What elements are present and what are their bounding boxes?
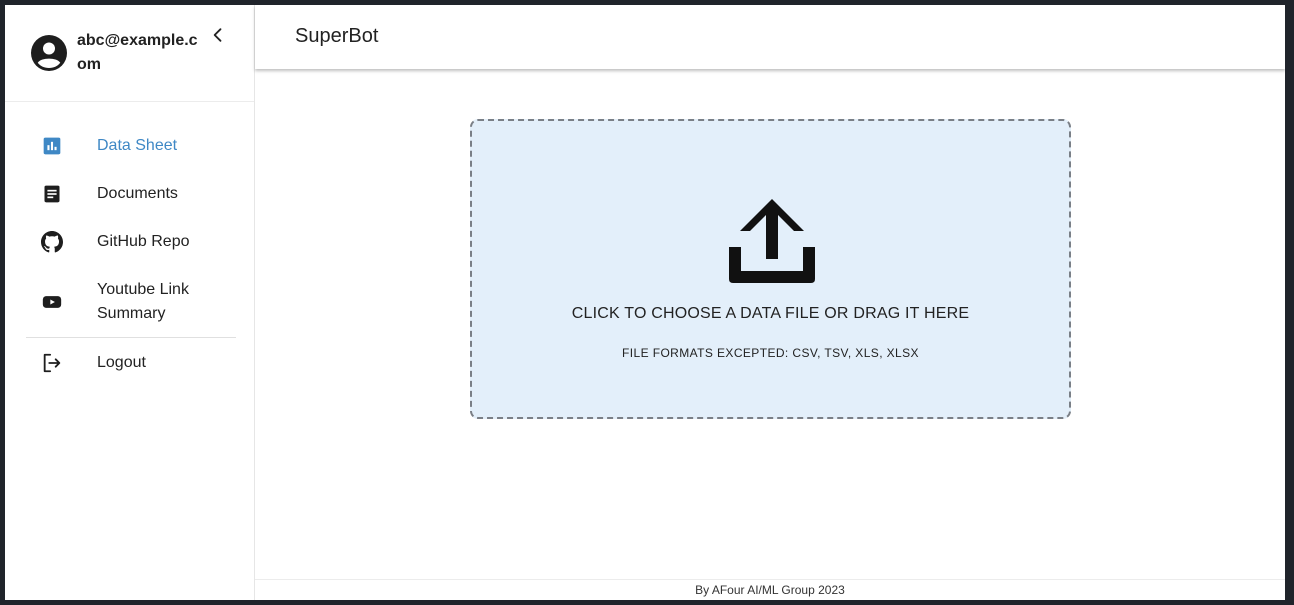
main-content: SuperBot CLICK TO CHOOSE A DATA FILE OR … — [255, 5, 1285, 600]
sidebar-item-github-repo[interactable]: GitHub Repo — [5, 230, 254, 254]
github-icon — [41, 231, 63, 253]
logout-icon — [41, 352, 63, 374]
sidebar-item-label: GitHub Repo — [97, 233, 190, 250]
top-app-bar: SuperBot — [255, 5, 1285, 69]
sidebar-item-data-sheet[interactable]: Data Sheet — [5, 134, 254, 158]
document-icon — [41, 183, 63, 205]
dropzone-title: CLICK TO CHOOSE A DATA FILE OR DRAG IT H… — [571, 305, 970, 322]
bar-chart-icon — [41, 135, 63, 157]
file-dropzone[interactable]: CLICK TO CHOOSE A DATA FILE OR DRAG IT H… — [470, 119, 1071, 419]
dropzone-subtitle: FILE FORMATS EXCEPTED: CSV, TSV, XLS, XL… — [622, 346, 919, 360]
sidebar-item-label: Data Sheet — [97, 137, 178, 154]
sidebar-item-documents[interactable]: Documents — [5, 182, 254, 206]
footer: By AFour AI/ML Group 2023 — [255, 579, 1285, 600]
sidebar-item-youtube-link-summary[interactable]: Youtube Link Summary — [5, 278, 254, 326]
logout-button[interactable]: Logout — [5, 351, 254, 375]
sidebar-item-label: Youtube Link Summary — [97, 281, 189, 322]
chevron-left-icon[interactable] — [208, 25, 228, 45]
sidebar-divider — [26, 337, 236, 338]
upload-icon — [729, 199, 815, 283]
sidebar-item-label: Documents — [97, 185, 178, 202]
footer-text: By AFour AI/ML Group 2023 — [695, 583, 845, 597]
account-circle-icon — [31, 35, 67, 71]
user-block: abc@example.com — [5, 5, 254, 102]
app-window: abc@example.com Data Sheet Documents Git… — [5, 5, 1285, 600]
user-email: abc@example.com — [77, 32, 198, 73]
logout-label: Logout — [97, 354, 146, 371]
sidebar: abc@example.com Data Sheet Documents Git… — [5, 5, 255, 600]
page-title: SuperBot — [295, 25, 379, 47]
youtube-icon — [41, 291, 63, 313]
